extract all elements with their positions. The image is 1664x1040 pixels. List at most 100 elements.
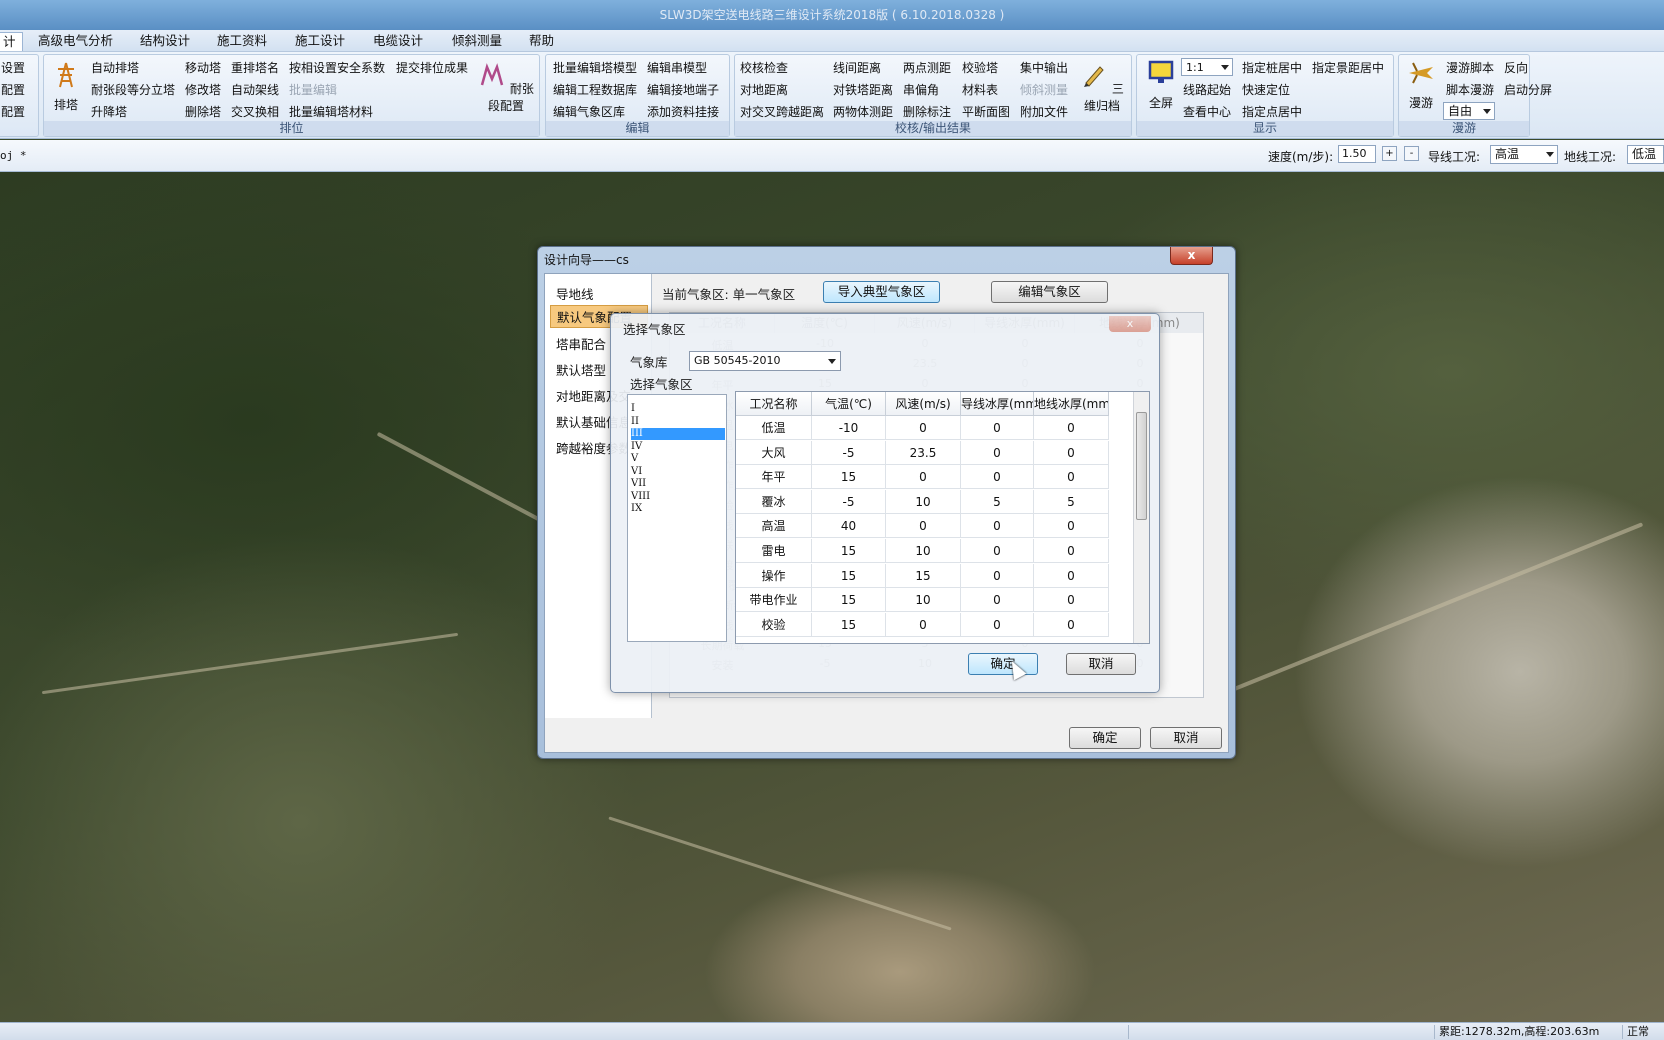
quick-locate[interactable]: 快速定位: [1242, 83, 1290, 97]
menu-construction-data[interactable]: 施工资料: [211, 32, 273, 50]
script-roam[interactable]: 脚本漫游: [1446, 83, 1494, 97]
condition-name-cell[interactable]: 校验: [736, 612, 812, 637]
nav-conductor[interactable]: 导地线: [556, 284, 594, 303]
zone-list-item[interactable]: III: [631, 428, 725, 440]
wizard-cancel-button[interactable]: 取消: [1150, 727, 1222, 749]
table-cell[interactable]: 0: [961, 539, 1034, 563]
speed-plus-button[interactable]: +: [1382, 146, 1397, 161]
condition-name-cell[interactable]: 带电作业: [736, 588, 812, 613]
rename-towers[interactable]: 重排塔名: [231, 61, 279, 75]
zone-list-item[interactable]: I: [631, 403, 725, 415]
menu-cable-design[interactable]: 电缆设计: [367, 32, 429, 50]
batch-edit-tower-material[interactable]: 批量编辑塔材料: [289, 105, 373, 119]
zone-list-item[interactable]: VIII: [631, 491, 725, 503]
check-inspection[interactable]: 校核检查: [740, 61, 788, 75]
table-cell[interactable]: 15: [886, 563, 961, 588]
zone-list-item[interactable]: VI: [631, 466, 725, 478]
table-cell[interactable]: 0: [961, 588, 1034, 613]
modify-tower[interactable]: 修改塔: [185, 83, 221, 97]
roam-script[interactable]: 漫游脚本: [1446, 61, 1494, 75]
two-point-distance[interactable]: 两点测距: [903, 61, 951, 75]
table-cell[interactable]: -5: [812, 440, 886, 465]
delete-tower[interactable]: 删除塔: [185, 105, 221, 119]
roam-mode-select[interactable]: 自由: [1443, 102, 1495, 120]
wizard-ok-button[interactable]: 确定: [1069, 727, 1141, 749]
condition-name-cell[interactable]: 低温: [736, 416, 812, 440]
3d-archive-button[interactable]: 三维归档: [1075, 61, 1129, 114]
table-cell[interactable]: 0: [961, 416, 1034, 440]
table-header[interactable]: 工况名称: [736, 392, 812, 416]
crossing-clearance[interactable]: 对交叉跨越距离: [740, 105, 824, 119]
raise-lower-tower[interactable]: 升降塔: [91, 105, 127, 119]
zone-list-item[interactable]: IX: [631, 503, 725, 515]
nav-default-tower-type[interactable]: 默认塔型: [556, 360, 606, 379]
plan-profile[interactable]: 平断面图: [962, 105, 1010, 119]
zone-dialog-close-button[interactable]: x: [1109, 316, 1151, 332]
table-cell[interactable]: 0: [961, 465, 1034, 490]
table-cell[interactable]: 0: [886, 612, 961, 637]
table-cell[interactable]: 0: [886, 416, 961, 440]
table-cell[interactable]: 0: [1034, 563, 1109, 588]
wire-condition-select[interactable]: 高温: [1490, 145, 1558, 164]
place-tower-button[interactable]: 排塔: [49, 61, 83, 113]
table-header[interactable]: 地线冰厚(mm): [1034, 392, 1109, 416]
edit-weather-db[interactable]: 编辑气象区库: [553, 105, 625, 119]
zone-ok-button[interactable]: 确定: [968, 653, 1038, 675]
ground-wire-condition-select[interactable]: 低温: [1627, 145, 1664, 164]
table-cell[interactable]: 15: [812, 588, 886, 613]
ribbon-settings[interactable]: 设置: [1, 61, 25, 75]
speed-minus-button[interactable]: -: [1404, 146, 1419, 161]
table-cell[interactable]: 10: [886, 588, 961, 613]
phase-safety-factor[interactable]: 按相设置安全系数: [289, 61, 385, 75]
scrollbar-thumb[interactable]: [1136, 412, 1147, 520]
table-cell[interactable]: 15: [812, 539, 886, 563]
edit-zone-button[interactable]: 编辑气象区: [991, 281, 1108, 303]
table-cell[interactable]: 0: [1034, 612, 1109, 637]
attach-file[interactable]: 附加文件: [1020, 105, 1068, 119]
batch-output[interactable]: 集中输出: [1020, 61, 1068, 75]
table-cell[interactable]: 5: [1034, 489, 1109, 514]
menu-design[interactable]: 计: [0, 32, 23, 51]
table-cell[interactable]: 0: [961, 563, 1034, 588]
table-header[interactable]: 气温(℃): [812, 392, 886, 416]
tower-clearance[interactable]: 对铁塔距离: [833, 83, 893, 97]
table-cell[interactable]: 0: [961, 514, 1034, 539]
table-cell[interactable]: 0: [1034, 514, 1109, 539]
menu-advanced-electrical[interactable]: 高级电气分析: [32, 32, 119, 50]
phase-distance[interactable]: 线间距离: [833, 61, 881, 75]
menu-construction-design[interactable]: 施工设计: [289, 32, 351, 50]
zone-list[interactable]: I II III IV V VI VII VIII IX: [627, 394, 727, 642]
table-header[interactable]: 风速(m/s): [886, 392, 961, 416]
ribbon-config-2[interactable]: 配置: [1, 105, 25, 119]
cross-phase-swap[interactable]: 交叉换相: [231, 105, 279, 119]
weather-db-select[interactable]: GB 50545-2010: [689, 351, 841, 371]
move-tower[interactable]: 移动塔: [185, 61, 221, 75]
scale-select[interactable]: 1:1: [1181, 58, 1233, 76]
table-cell[interactable]: 15: [812, 563, 886, 588]
table-cell[interactable]: 40: [812, 514, 886, 539]
table-cell[interactable]: 0: [1034, 539, 1109, 563]
menu-oblique-survey[interactable]: 倾斜测量: [446, 32, 508, 50]
string-deflection[interactable]: 串偏角: [903, 83, 939, 97]
start-split-screen[interactable]: 启动分屏: [1504, 83, 1552, 97]
nav-tower-string[interactable]: 塔串配合: [556, 334, 606, 353]
line-start[interactable]: 线路起始: [1183, 83, 1231, 97]
condition-name-cell[interactable]: 高温: [736, 514, 812, 539]
auto-stringing[interactable]: 自动架线: [231, 83, 279, 97]
edit-ground-terminal[interactable]: 编辑接地端子: [647, 83, 719, 97]
verify-tower[interactable]: 校验塔: [962, 61, 998, 75]
view-center[interactable]: 查看中心: [1183, 105, 1231, 119]
table-cell[interactable]: -10: [812, 416, 886, 440]
table-cell[interactable]: 0: [886, 465, 961, 490]
tension-section-config-button[interactable]: 耐张段配置: [474, 61, 538, 114]
window-title-bar[interactable]: SLW3D架空送电线路三维设计系统2018版 ( 6.10.2018.0328 …: [0, 0, 1664, 30]
equal-tension-section[interactable]: 耐张段等分立塔: [91, 83, 175, 97]
project-tab[interactable]: oj *: [0, 149, 27, 162]
table-cell[interactable]: 15: [812, 612, 886, 637]
material-table[interactable]: 材料表: [962, 83, 998, 97]
fullscreen-button[interactable]: 全屏: [1143, 59, 1179, 111]
object-distance[interactable]: 两物体测距: [833, 105, 893, 119]
table-cell[interactable]: 0: [1034, 440, 1109, 465]
center-on-point[interactable]: 指定点居中: [1242, 105, 1302, 119]
table-cell[interactable]: 15: [812, 465, 886, 490]
